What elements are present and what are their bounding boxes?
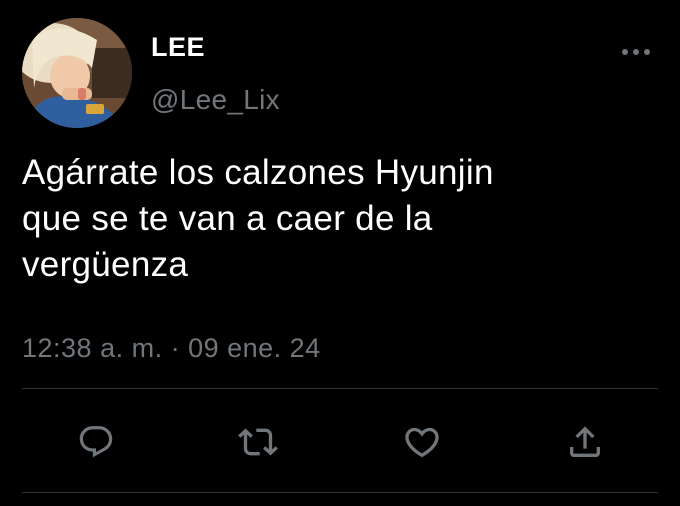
reply-icon [79,426,113,458]
tweet-text-line: Agárrate los calzones Hyunjin [22,153,494,192]
share-button[interactable] [563,420,607,464]
heart-icon [405,427,439,458]
share-icon [570,426,600,457]
avatar-image [22,18,132,128]
reply-button[interactable] [74,420,118,464]
tweet-text: Agárrate los calzones Hyunjin que se te … [22,150,652,288]
avatar[interactable] [22,18,132,128]
display-name[interactable]: LEE [151,32,205,63]
tweet-text-line: vergüenza [22,245,189,284]
more-options-button[interactable] [618,44,654,60]
more-horizontal-icon-dot [633,49,639,55]
user-handle[interactable]: @Lee_Lix [151,84,280,116]
retweet-icon [238,428,278,456]
divider [22,388,658,389]
more-horizontal-icon-dot [644,49,650,55]
more-horizontal-icon [622,49,628,55]
like-button[interactable] [400,420,444,464]
tweet-card: LEE @Lee_Lix Agárrate los calzones Hyunj… [0,0,680,506]
retweet-button[interactable] [236,420,280,464]
divider [22,492,658,493]
tweet-text-line: que se te van a caer de la [22,199,433,238]
tweet-timestamp[interactable]: 12:38 a. m. · 09 ene. 24 [22,333,321,364]
